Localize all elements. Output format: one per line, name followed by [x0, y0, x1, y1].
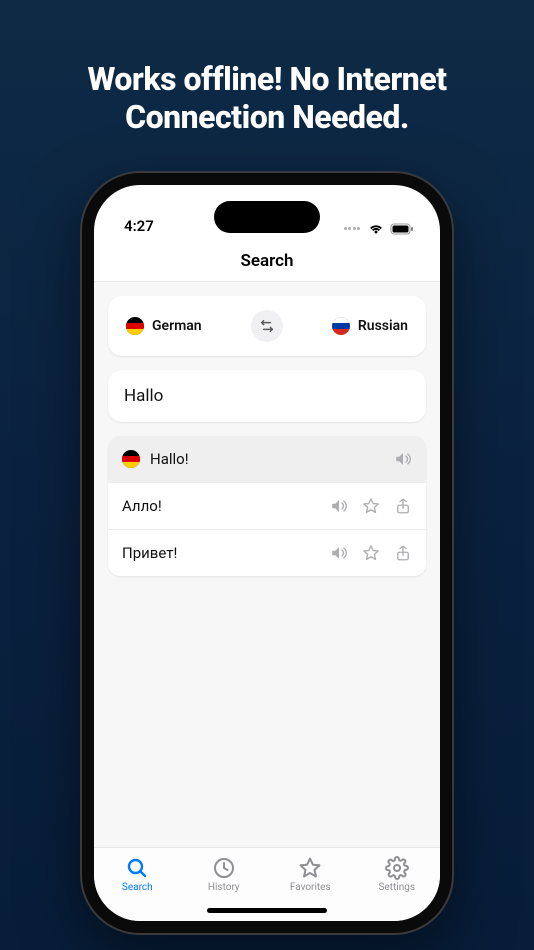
tab-favorites[interactable]: Favorites [267, 856, 354, 893]
tab-label: Favorites [290, 882, 331, 893]
star-icon[interactable] [362, 497, 380, 515]
wifi-icon [368, 223, 384, 235]
source-language-button[interactable]: German [126, 317, 202, 335]
source-term-row: Hallo! [108, 436, 426, 482]
status-time: 4:27 [124, 217, 154, 235]
search-input[interactable]: Hallo [108, 370, 426, 422]
phone-frame: 4:27 Search [82, 173, 452, 933]
swap-icon [259, 318, 275, 334]
search-icon [125, 856, 149, 880]
tab-settings[interactable]: Settings [354, 856, 441, 893]
battery-icon [390, 223, 414, 235]
gear-icon [385, 856, 409, 880]
target-language-label: Russian [358, 318, 408, 334]
translation-row[interactable]: Привет! [108, 529, 426, 576]
home-indicator [207, 908, 327, 913]
speaker-icon[interactable] [330, 544, 348, 562]
star-icon [298, 856, 322, 880]
share-icon[interactable] [394, 544, 412, 562]
tab-label: Settings [378, 882, 415, 893]
tab-label: History [208, 882, 240, 893]
target-language-button[interactable]: Russian [332, 317, 408, 335]
swap-languages-button[interactable] [251, 310, 283, 342]
tab-search[interactable]: Search [94, 856, 181, 893]
tab-label: Search [122, 882, 153, 893]
germany-flag-icon [126, 317, 144, 335]
translation-text: Привет! [122, 544, 320, 562]
share-icon[interactable] [394, 497, 412, 515]
status-indicators [344, 223, 415, 235]
tab-history[interactable]: History [181, 856, 268, 893]
source-language-label: German [152, 318, 202, 334]
source-term-text: Hallo! [150, 450, 384, 468]
translation-text: Алло! [122, 497, 320, 515]
page-title: Search [94, 237, 440, 282]
germany-flag-icon [122, 450, 140, 468]
star-icon[interactable] [362, 544, 380, 562]
content-area: German Russian Hallo [94, 282, 440, 847]
promo-headline: Works offline! No Internet Connection Ne… [0, 60, 534, 137]
russia-flag-icon [332, 317, 350, 335]
history-icon [212, 856, 236, 880]
language-picker: German Russian [108, 296, 426, 356]
results-list: Hallo! Алло! Привет! [108, 436, 426, 576]
speaker-icon[interactable] [330, 497, 348, 515]
screen: 4:27 Search [94, 185, 440, 921]
cellular-icon [344, 227, 361, 230]
dynamic-island [214, 201, 320, 233]
translation-row[interactable]: Алло! [108, 482, 426, 529]
speaker-icon[interactable] [394, 450, 412, 468]
